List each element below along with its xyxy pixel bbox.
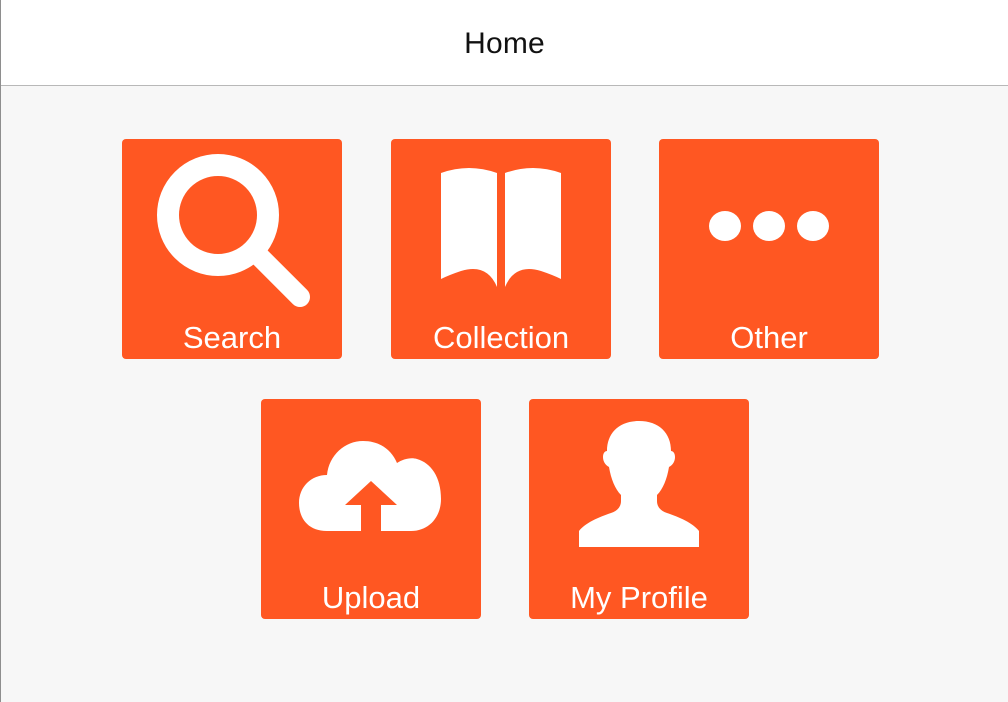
search-icon [122,139,342,319]
upload-tile[interactable]: Upload [261,399,481,619]
page-title: Home [464,26,545,60]
my-profile-tile[interactable]: My Profile [529,399,749,619]
more-icon [659,139,879,319]
book-icon [391,139,611,319]
search-tile-label: Search [182,320,282,355]
collection-tile[interactable]: Collection [391,139,611,359]
user-icon [529,399,749,579]
cloud-upload-icon [261,399,481,579]
other-tile-label: Other [730,320,808,355]
search-tile[interactable]: Search [122,139,342,359]
my-profile-tile-label: My Profile [570,580,708,615]
collection-tile-label: Collection [432,320,570,355]
navigation-bar: Home [1,0,1008,86]
upload-tile-label: Upload [321,580,421,615]
other-tile[interactable]: Other [659,139,879,359]
window-edge [0,0,1,702]
